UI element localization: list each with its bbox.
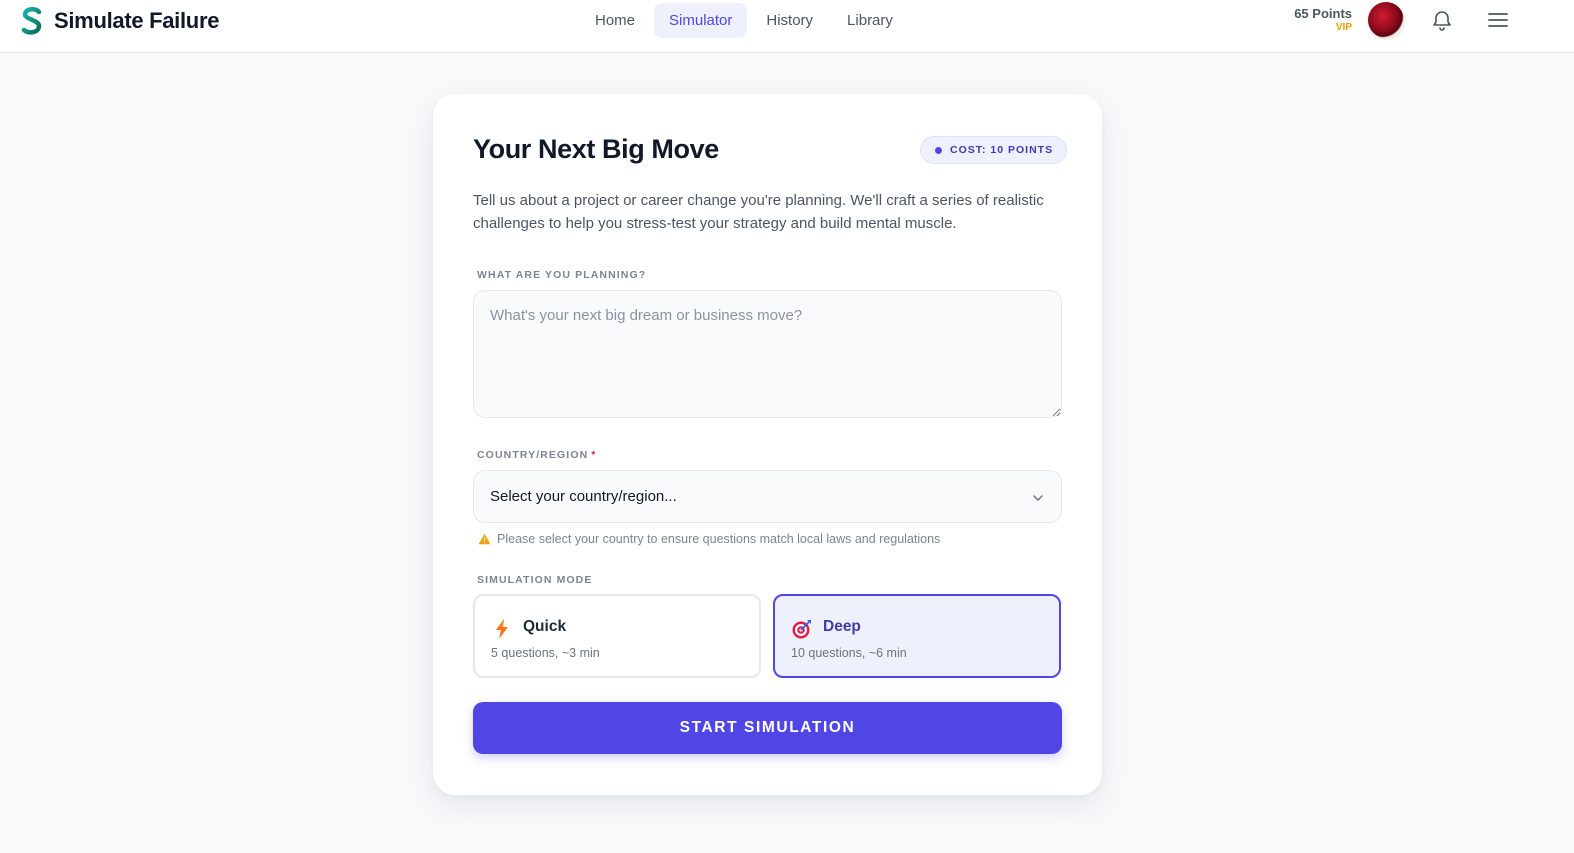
planning-label: WHAT ARE YOU PLANNING? xyxy=(477,269,647,281)
start-simulation-button[interactable]: START SIMULATION xyxy=(473,702,1062,754)
cost-label: COST: 10 POINTS xyxy=(950,144,1054,156)
nav-history[interactable]: History xyxy=(751,3,828,38)
mode-label: SIMULATION MODE xyxy=(477,574,593,586)
country-label: COUNTRY/REGION * xyxy=(477,449,596,461)
points-value: 65 Points xyxy=(1294,6,1352,21)
chevron-down-icon xyxy=(1033,495,1043,501)
mode-quick-subtitle: 5 questions, ~3 min xyxy=(491,646,600,660)
country-hint-text: Please select your country to ensure que… xyxy=(497,532,941,546)
mode-option-quick[interactable]: Quick 5 questions, ~3 min xyxy=(473,594,761,678)
planning-input[interactable] xyxy=(473,290,1062,418)
tier-badge: VIP xyxy=(1335,22,1352,33)
bell-icon[interactable] xyxy=(1430,8,1454,32)
brand-name: Simulate Failure xyxy=(54,8,220,33)
intro-text: Tell us about a project or career change… xyxy=(473,192,1044,232)
hamburger-menu-icon[interactable] xyxy=(1486,8,1510,32)
country-select[interactable]: Select your country/region... xyxy=(473,470,1062,523)
simulation-setup-card: Your Next Big Move COST: 10 POINTS Tell … xyxy=(433,94,1102,795)
mode-option-deep[interactable]: Deep 10 questions, ~6 min xyxy=(773,594,1061,678)
country-label-text: COUNTRY/REGION xyxy=(477,449,589,461)
page-title: Your Next Big Move xyxy=(473,134,719,164)
mode-deep-title: Deep xyxy=(823,618,861,635)
mode-quick-title: Quick xyxy=(523,618,567,635)
main-nav: Home Simulator History Library xyxy=(580,3,908,38)
country-select-value: Select your country/region... xyxy=(490,488,677,505)
top-navigation-bar: Simulate Failure Home Simulator History … xyxy=(0,0,1574,53)
cost-badge: COST: 10 POINTS xyxy=(920,136,1068,164)
nav-home[interactable]: Home xyxy=(580,3,650,38)
mode-deep-subtitle: 10 questions, ~6 min xyxy=(791,646,907,660)
warning-icon xyxy=(478,533,491,545)
nav-library[interactable]: Library xyxy=(832,3,908,38)
points-display: 65 Points VIP xyxy=(1294,6,1352,34)
country-hint: Please select your country to ensure que… xyxy=(478,532,940,546)
avatar[interactable] xyxy=(1368,2,1404,38)
s-logo-icon xyxy=(21,7,42,35)
lightning-icon xyxy=(496,619,508,639)
brand[interactable]: Simulate Failure xyxy=(20,6,219,36)
nav-simulator[interactable]: Simulator xyxy=(654,3,748,38)
required-mark: * xyxy=(591,449,597,461)
target-icon xyxy=(792,620,811,639)
cost-dot-icon xyxy=(935,146,942,154)
